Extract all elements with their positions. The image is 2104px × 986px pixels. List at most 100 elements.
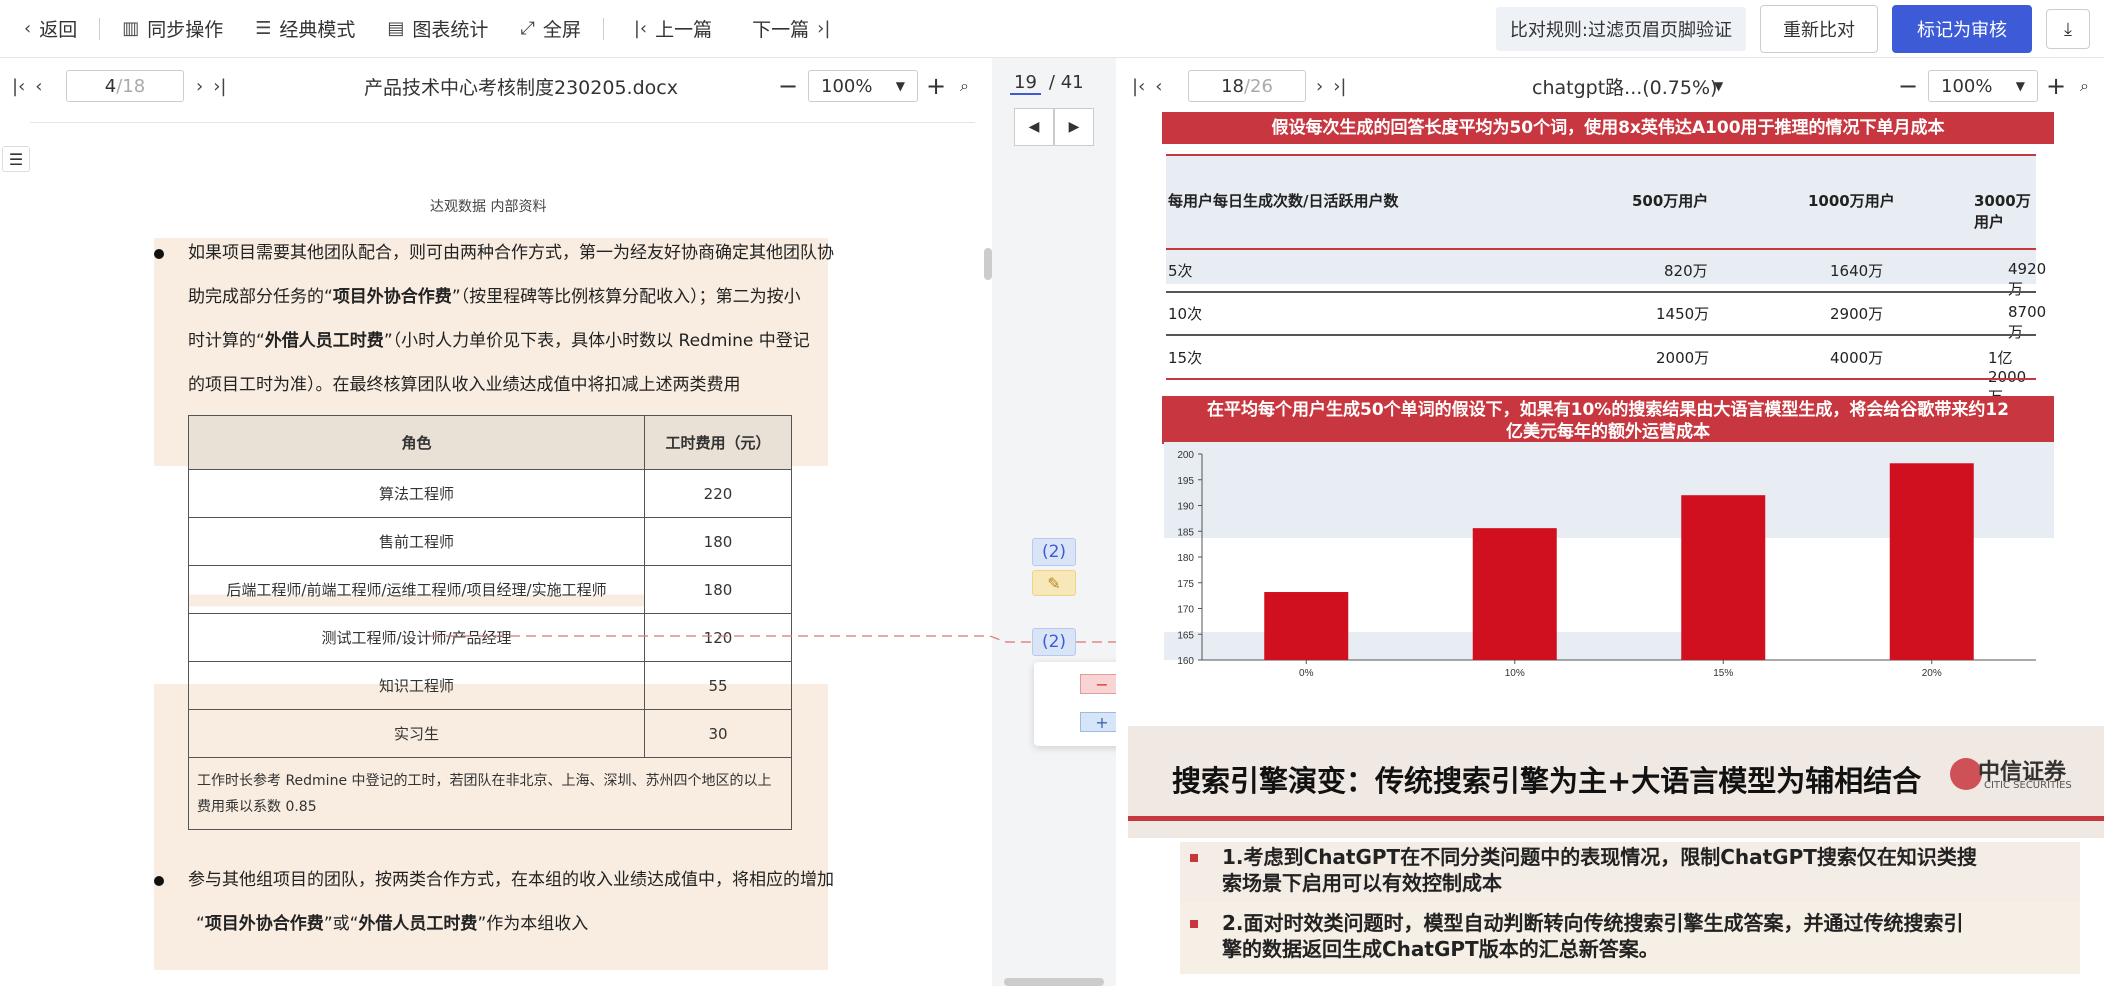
point-line: 1.考虑到ChatGPT在不同分类问题中的表现情况，限制ChatGPT搜索仅在知…: [1222, 845, 1977, 869]
x-tick-label: 0%: [1299, 668, 1314, 679]
right-page-input[interactable]: 18 /26: [1188, 70, 1306, 102]
y-tick-label: 175: [1177, 579, 1194, 590]
recompare-button[interactable]: 重新比对: [1760, 5, 1878, 53]
stats-button[interactable]: ▤ 图表统计: [371, 0, 504, 58]
cost-table-bg: [1166, 154, 2036, 284]
point-line: 2.面对时效类问题时，模型自动判断转向传统搜索引擎生成答案，并通过传统搜索引: [1222, 911, 1964, 935]
diff-current[interactable]: 19: [1010, 72, 1041, 95]
bar: [1889, 463, 1974, 660]
divider: [602, 17, 604, 40]
left-zoom-select[interactable]: 100% ▼: [808, 70, 918, 102]
cost-cell: 4000万: [1830, 349, 1884, 367]
prev-page-icon[interactable]: ‹: [35, 76, 42, 97]
back-button[interactable]: ‹ 返回: [0, 0, 93, 58]
header-rule: [30, 122, 975, 123]
table-rule: [1166, 378, 2036, 380]
middle-scrollbar[interactable]: [1004, 978, 1104, 986]
point-line: 索场景下启用可以有效控制成本: [1222, 871, 1502, 895]
search-icon[interactable]: ⌕: [2080, 76, 2089, 96]
cost-cell: 180: [644, 517, 792, 566]
x-tick-label: 20%: [1922, 668, 1942, 679]
cost-bar-chart: 160 165 170 175 180 185 190 195 200 0% 10% 15% 20%: [1164, 442, 2054, 679]
diff-badge[interactable]: (2): [1032, 538, 1076, 566]
compare-rule-tag: 比对规则:过滤页眉页脚验证: [1495, 7, 1746, 51]
sync-label: 同步操作: [147, 19, 224, 41]
classic-mode-button[interactable]: ☰ 经典模式: [239, 0, 371, 58]
doc-header-text: 达观数据 内部资料: [430, 199, 547, 215]
caret-down-icon[interactable]: ▼: [1714, 79, 1723, 93]
left-scrollbar[interactable]: [984, 248, 992, 280]
point-line: 擎的数据返回生成ChatGPT版本的汇总新答案。: [1222, 937, 1659, 961]
edit-pencil-icon[interactable]: ✎: [1032, 570, 1076, 596]
left-page-input[interactable]: 4 /18: [66, 70, 184, 102]
prev-first-icon: |‹: [633, 18, 648, 39]
diff-badge[interactable]: (2): [1032, 628, 1076, 656]
zoom-in-icon[interactable]: +: [926, 72, 946, 100]
next-doc-button[interactable]: 下一篇 ›|: [728, 0, 846, 58]
bullet: [154, 876, 164, 886]
bullet-square: [1190, 920, 1198, 928]
table-header-row: 角色 工时费用（元）: [188, 415, 792, 470]
first-page-icon[interactable]: |‹: [12, 76, 25, 97]
right-doc-title[interactable]: chatgpt路...(0.75%): [1532, 73, 1717, 100]
right-zoom-select[interactable]: 100% ▼: [1928, 70, 2038, 102]
para-line: 参与其他组项目的团队，按两类合作方式，在本组的收入业绩达成值中，将相应的增加: [188, 870, 834, 890]
bar: [1472, 528, 1557, 660]
last-page-icon[interactable]: ›|: [213, 76, 226, 97]
caret-down-icon: ▼: [2015, 79, 2025, 93]
citic-logo-subtext: CITIC SECURITIES: [1984, 780, 2072, 791]
zoom-in-icon[interactable]: +: [2046, 72, 2066, 100]
search-icon[interactable]: ⌕: [960, 76, 969, 96]
cost-cell: 55: [644, 661, 792, 710]
table-row: 实习生 30: [188, 709, 792, 758]
role-cell: 售前工程师: [188, 517, 645, 566]
download-icon[interactable]: ⤓: [2046, 9, 2090, 49]
diff-counter: 19 / 41: [1010, 72, 1084, 95]
prev-doc-button[interactable]: |‹ 上一篇: [610, 0, 728, 58]
diff-total: / 41: [1048, 72, 1084, 93]
banner-line: 在平均每个用户生成50个单词的假设下，如果有10%的搜索结果由大语言模型生成，将…: [1206, 400, 2009, 420]
para-line: 如果项目需要其他团队配合，则可由两种合作方式，第一为经友好协商确定其他团队协: [188, 243, 834, 263]
diff-navigator: [992, 58, 1116, 986]
bullet: [154, 249, 164, 259]
mark-reviewed-button[interactable]: 标记为审核: [1892, 5, 2032, 53]
left-pane-header: |‹ ‹ 4 /18 › ›| 产品技术中心考核制度230205.docx − …: [0, 62, 990, 110]
zoom-out-icon[interactable]: −: [1898, 72, 1918, 100]
table-row: 测试工程师/设计师/产品经理 120: [188, 613, 792, 662]
next-page-icon[interactable]: ›: [196, 76, 203, 97]
diff-nav-buttons: ◀ ▶: [1014, 108, 1094, 146]
cost-summary-banner: 在平均每个用户生成50个单词的假设下，如果有10%的搜索结果由大语言模型生成，将…: [1162, 396, 2054, 444]
right-pane-header: |‹ ‹ 18 /26 › ›| chatgpt路...(0.75%) ▼ − …: [1116, 62, 2104, 110]
bold-term: 项目外协合作费: [332, 287, 452, 307]
fullscreen-button[interactable]: ⤢ 全屏: [504, 0, 596, 58]
prev-page-icon[interactable]: ‹: [1155, 76, 1162, 97]
y-tick-label: 195: [1177, 476, 1194, 487]
role-cost-table: 角色 工时费用（元） 算法工程师 220 售前工程师 180 后端工程师/前端工程师…: [188, 415, 792, 830]
banner-line: 亿美元每年的额外运营成本: [1506, 422, 1710, 442]
y-tick-label: 160: [1177, 656, 1194, 667]
classic-label: 经典模式: [279, 19, 356, 41]
zoom-out-icon[interactable]: −: [778, 72, 798, 100]
outline-toggle-icon[interactable]: ☰: [2, 146, 30, 172]
next-last-icon: ›|: [817, 18, 831, 39]
left-page-current: 4: [104, 75, 117, 97]
table-rule: [1166, 154, 2036, 156]
cost-cell: 1450万: [1656, 305, 1710, 323]
text: 助完成部分任务的“: [188, 287, 333, 307]
sync-button[interactable]: ▥ 同步操作: [106, 0, 239, 58]
last-page-icon[interactable]: ›|: [1333, 76, 1346, 97]
next-page-icon[interactable]: ›: [1316, 76, 1323, 97]
diff-next-icon[interactable]: ▶: [1054, 108, 1094, 146]
left-zoom-value: 100%: [821, 75, 873, 97]
text: ”作为本组收入: [477, 914, 589, 934]
left-nav-first-prev: |‹ ‹: [12, 76, 42, 97]
y-tick-label: 170: [1177, 605, 1194, 616]
first-page-icon[interactable]: |‹: [1132, 76, 1145, 97]
cost-cell: 820万: [1664, 262, 1708, 280]
role-cell: 后端工程师/前端工程师/运维工程师/项目经理/实施工程师: [188, 565, 645, 614]
diff-prev-icon[interactable]: ◀: [1014, 108, 1054, 146]
right-page-current: 18: [1221, 75, 1244, 97]
table-rule: [1166, 291, 2036, 293]
title-underline: [1128, 816, 2104, 821]
prev-label: 上一篇: [655, 19, 713, 41]
